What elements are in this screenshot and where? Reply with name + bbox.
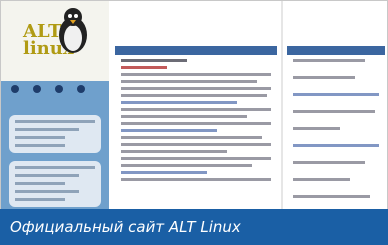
left-sidebar: ALT linux — [1, 1, 109, 244]
news-line — [121, 87, 271, 90]
sidebar-link[interactable] — [15, 144, 65, 147]
news-link[interactable] — [121, 129, 217, 132]
sidebar-link[interactable] — [15, 182, 65, 185]
right-panel — [287, 46, 385, 198]
news-link[interactable] — [121, 171, 207, 174]
right-line — [293, 110, 375, 113]
column-divider — [281, 1, 283, 244]
news-line — [121, 115, 247, 118]
sidebar-menu-block-1 — [9, 115, 101, 153]
news-heading — [121, 59, 187, 62]
nav-icon-3[interactable] — [55, 85, 63, 93]
news-line — [121, 122, 271, 125]
sidebar-link[interactable] — [15, 166, 95, 169]
nav-icon-2[interactable] — [33, 85, 41, 93]
news-line — [121, 143, 271, 146]
sidebar-link[interactable] — [15, 136, 65, 139]
right-line — [293, 59, 365, 62]
news-line — [121, 164, 252, 167]
sidebar-link[interactable] — [15, 120, 95, 123]
sidebar-link[interactable] — [15, 198, 65, 201]
penguin-icon — [59, 8, 87, 53]
news-line — [121, 94, 267, 97]
nav-icon-1[interactable] — [11, 85, 19, 93]
right-line — [293, 195, 370, 198]
sidebar-link[interactable] — [15, 190, 79, 193]
right-line — [293, 161, 365, 164]
news-panel-header — [115, 46, 277, 55]
news-panel — [115, 46, 277, 181]
news-line — [121, 150, 227, 153]
nav-icons — [9, 85, 105, 95]
caption-banner: Официальный сайт ALT Linux — [0, 209, 388, 245]
page-header — [109, 1, 387, 41]
main-content — [109, 1, 387, 244]
right-line — [293, 178, 350, 181]
news-line — [121, 178, 271, 181]
news-line — [121, 136, 262, 139]
logo-area: ALT linux — [1, 1, 109, 81]
right-link[interactable] — [293, 93, 379, 96]
sidebar-link[interactable] — [15, 128, 79, 131]
nav-icon-4[interactable] — [77, 85, 85, 93]
news-line — [121, 157, 271, 160]
sidebar-link[interactable] — [15, 174, 79, 177]
news-link[interactable] — [121, 66, 167, 69]
right-panel-header — [287, 46, 385, 55]
right-line — [293, 127, 340, 130]
news-line — [121, 80, 257, 83]
sidebar-menu-block-2 — [9, 161, 101, 207]
news-line — [121, 73, 271, 76]
news-link[interactable] — [121, 101, 237, 104]
news-line — [121, 108, 271, 111]
right-link[interactable] — [293, 144, 379, 147]
right-line — [293, 76, 355, 79]
